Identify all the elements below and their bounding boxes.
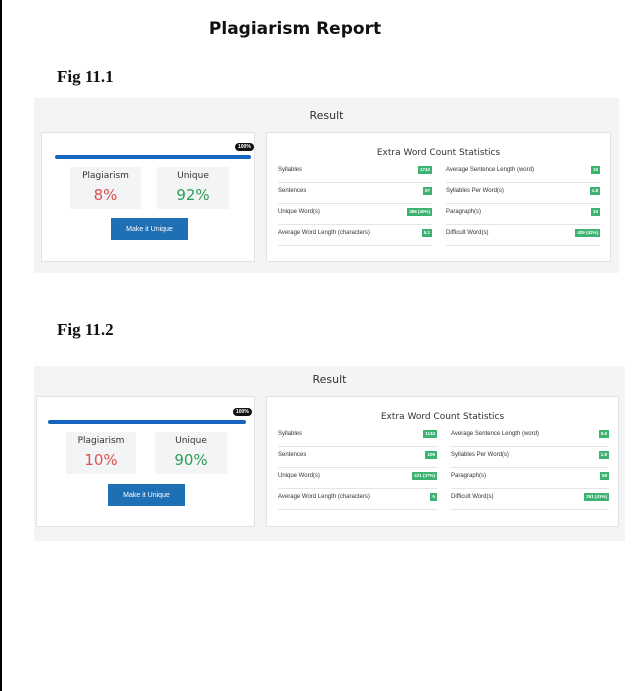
make-it-unique-button[interactable]: Make it Unique	[111, 218, 188, 240]
stat-label: Average Word Length (characters)	[278, 494, 370, 500]
plagiarism-label: Plagiarism	[82, 171, 129, 181]
stat-label: Syllables Per Word(s)	[451, 452, 509, 458]
unique-box: Unique 92%	[157, 167, 229, 209]
make-it-unique-button[interactable]: Make it Unique	[108, 484, 185, 506]
stat-badge: 409 (42%)	[575, 229, 600, 237]
stat-row: Sentences 87	[278, 183, 432, 204]
stat-badge: 5.6	[598, 430, 609, 438]
figure-label: Fig 11.1	[57, 67, 114, 86]
stat-label: Syllables	[278, 431, 303, 437]
plagiarism-label: Plagiarism	[77, 436, 125, 446]
page-border	[0, 0, 2, 691]
plagiarism-score-card: 100% Plagiarism 10% Unique 90% Make it U…	[36, 396, 255, 527]
stat-badge: 1134	[423, 430, 437, 438]
stat-row: Average Sentence Length (word) 10	[446, 162, 600, 183]
stat-label: Unique Word(s)	[278, 473, 320, 479]
stat-row: Difficult Word(s) 251 (41%)	[451, 489, 609, 510]
statistics-title: Extra Word Count Statistics	[380, 412, 505, 422]
plagiarism-box: Plagiarism 8%	[70, 167, 141, 209]
stat-label: Sentences	[278, 188, 307, 194]
stat-label: Paragraph(s)	[451, 473, 487, 479]
stat-badge: 1.8	[589, 187, 600, 195]
result-panel: Result 100% Plagiarism 10% Unique 90% Ma…	[34, 366, 625, 541]
plagiarism-value: 10%	[84, 451, 118, 469]
stat-row: Average Sentence Length (word) 5.6	[451, 426, 609, 447]
stat-row: Unique Word(s) 386 (40%)	[278, 204, 432, 225]
stat-badge: 5	[430, 493, 437, 501]
stat-row: Unique Word(s) 221 (37%)	[278, 468, 437, 489]
stat-label: Average Sentence Length (word)	[451, 431, 539, 437]
stat-label: Sentences	[278, 452, 307, 458]
stat-label: Syllables Per Word(s)	[446, 188, 504, 194]
result-title: Result	[309, 109, 344, 122]
stat-badge: 221 (37%)	[412, 472, 437, 480]
plagiarism-box: Plagiarism 10%	[66, 432, 136, 474]
stat-row: Difficult Word(s) 409 (42%)	[446, 225, 600, 246]
stat-badge: 5.1	[421, 229, 432, 237]
figure-label: Fig 11.2	[57, 320, 114, 339]
stat-label: Average Sentence Length (word)	[446, 167, 534, 173]
stat-row: Average Word Length (characters) 5	[278, 489, 437, 510]
stat-badge: 1.9	[598, 451, 609, 459]
document-title: Plagiarism Report	[208, 19, 382, 39]
stat-label: Paragraph(s)	[446, 209, 482, 215]
stat-badge: 109	[425, 451, 437, 459]
stat-badge: 386 (40%)	[407, 208, 432, 216]
stat-badge: 10	[590, 166, 600, 174]
stat-row: Paragraph(s) 58	[451, 468, 609, 489]
stat-label: Difficult Word(s)	[446, 230, 489, 236]
stat-label: Unique Word(s)	[278, 209, 320, 215]
plagiarism-score-card: 100% Plagiarism 8% Unique 92% Make it Un…	[41, 132, 255, 262]
stat-row: Paragraph(s) 34	[446, 204, 600, 225]
unique-value: 90%	[174, 451, 208, 469]
progress-label: 100%	[235, 143, 254, 151]
result-title: Result	[312, 373, 347, 386]
word-count-statistics-card: Extra Word Count Statistics Syllables 17…	[266, 132, 611, 262]
stat-badge: 58	[599, 472, 609, 480]
unique-label: Unique	[177, 171, 209, 181]
progress-label: 100%	[233, 408, 252, 416]
word-count-statistics-card: Extra Word Count Statistics Syllables 11…	[266, 396, 619, 527]
stat-row: Syllables Per Word(s) 1.9	[451, 447, 609, 468]
stat-badge: 251 (41%)	[584, 493, 609, 501]
plagiarism-value: 8%	[93, 186, 118, 204]
progress-bar	[48, 420, 246, 424]
stat-row: Sentences 109	[278, 447, 437, 468]
stat-badge: 87	[422, 187, 432, 195]
unique-box: Unique 90%	[155, 432, 227, 474]
stat-badge: 1742	[417, 166, 432, 174]
stat-row: Syllables 1742	[278, 162, 432, 183]
stat-label: Syllables	[278, 167, 303, 173]
unique-value: 92%	[176, 186, 210, 204]
stat-row: Syllables 1134	[278, 426, 437, 447]
result-panel: Result 100% Plagiarism 8% Unique 92% Mak…	[34, 98, 619, 273]
stat-label: Difficult Word(s)	[451, 494, 494, 500]
stat-label: Average Word Length (characters)	[278, 230, 370, 236]
statistics-title: Extra Word Count Statistics	[376, 148, 501, 158]
stat-row: Syllables Per Word(s) 1.8	[446, 183, 600, 204]
unique-label: Unique	[175, 436, 207, 446]
stat-row: Average Word Length (characters) 5.1	[278, 225, 432, 246]
stat-badge: 34	[590, 208, 600, 216]
progress-bar	[55, 155, 251, 159]
